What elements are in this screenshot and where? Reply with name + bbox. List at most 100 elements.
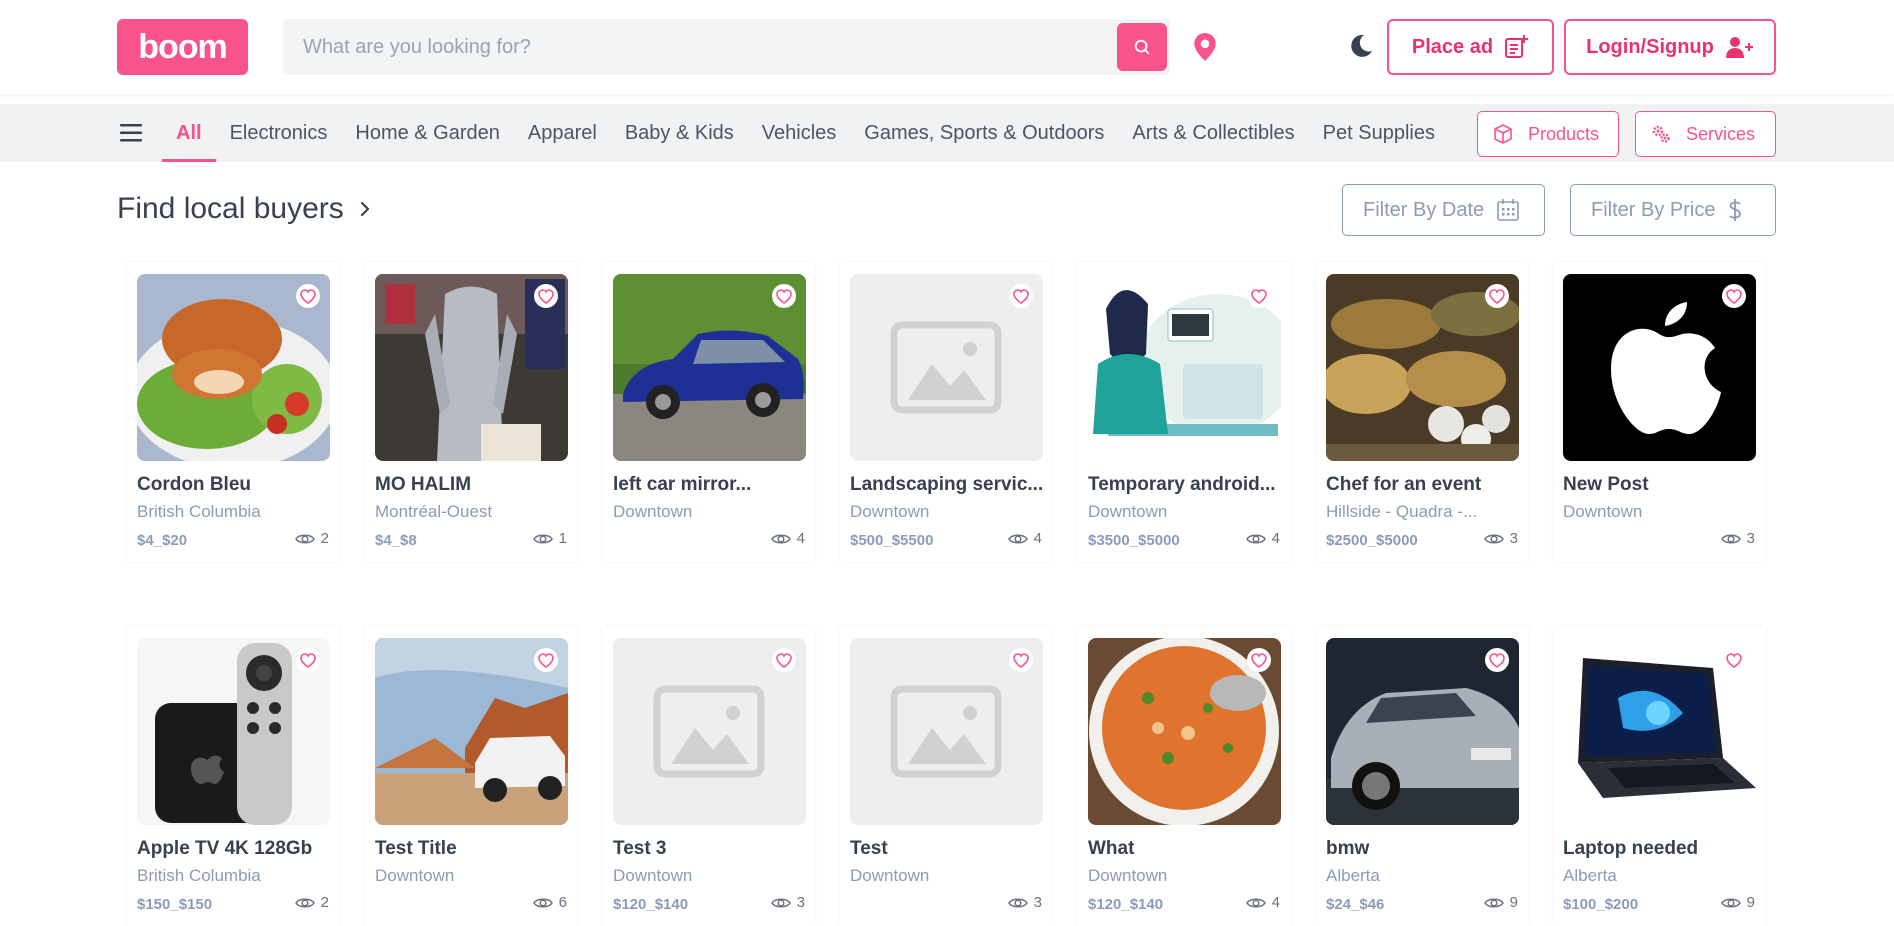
favorite-heart-icon[interactable]: [1247, 284, 1271, 308]
listing-card[interactable]: What Downtown $120_$140 4: [1078, 626, 1290, 926]
view-count: 4: [1271, 894, 1280, 911]
listing-card[interactable]: Chef for an event Hillside - Quadra -... $…: [1316, 262, 1528, 562]
listing-card[interactable]: Temporary android... Downtown $3500_$5000 4: [1078, 262, 1290, 562]
listing-card[interactable]: Landscaping servic... Downtown $500_$5500 4: [840, 262, 1052, 562]
listing-title[interactable]: Cordon Bleu: [137, 474, 337, 496]
favorite-heart-icon[interactable]: [1485, 284, 1509, 308]
listing-image[interactable]: [613, 274, 806, 461]
tab-home-garden[interactable]: Home & Garden: [341, 104, 514, 162]
favorite-heart-icon[interactable]: [296, 648, 320, 672]
listing-location: Hillside - Quadra -...: [1326, 502, 1478, 521]
category-bar: All Electronics Home & Garden Apparel Ba…: [0, 104, 1894, 162]
favorite-heart-icon[interactable]: [772, 648, 796, 672]
listing-title[interactable]: New Post: [1563, 474, 1763, 496]
login-signup-button[interactable]: Login/Signup: [1564, 19, 1776, 75]
filter-by-price-button[interactable]: Filter By Price: [1570, 184, 1776, 236]
favorite-heart-icon[interactable]: [1009, 284, 1033, 308]
favorite-heart-icon[interactable]: [1722, 648, 1746, 672]
listing-title[interactable]: Temporary android...: [1088, 474, 1288, 496]
listing-image[interactable]: [1088, 638, 1281, 825]
listing-image[interactable]: [375, 638, 568, 825]
listing-title[interactable]: MO HALIM: [375, 474, 575, 496]
eye-icon: [1007, 898, 1028, 907]
listing-title[interactable]: Test 3: [613, 838, 813, 860]
listing-title[interactable]: Test Title: [375, 838, 575, 860]
search-input[interactable]: [283, 35, 1103, 59]
location-pin-icon[interactable]: [1192, 32, 1218, 62]
eye-icon: [1245, 898, 1266, 907]
tab-electronics[interactable]: Electronics: [216, 104, 342, 162]
tab-arts-collectibles[interactable]: Arts & Collectibles: [1118, 104, 1308, 162]
place-ad-button[interactable]: Place ad: [1387, 19, 1554, 75]
favorite-heart-icon[interactable]: [772, 284, 796, 308]
eye-icon: [532, 898, 553, 907]
listing-title[interactable]: Laptop needed: [1563, 838, 1763, 860]
listing-location: Downtown: [1088, 866, 1168, 885]
hamburger-menu-icon[interactable]: [120, 123, 144, 143]
listing-title[interactable]: Test: [850, 838, 1050, 860]
tab-baby-kids[interactable]: Baby & Kids: [611, 104, 748, 162]
listing-image[interactable]: [1326, 274, 1519, 461]
boom-logo[interactable]: boom: [117, 19, 248, 75]
listing-image[interactable]: [137, 274, 330, 461]
listing-card[interactable]: Test 3 Downtown $120_$140 3: [603, 626, 815, 926]
listing-views: 4: [1245, 530, 1280, 547]
listing-views: 4: [1007, 530, 1042, 547]
listing-image[interactable]: [850, 274, 1043, 461]
listing-image[interactable]: [1326, 638, 1519, 825]
listing-location: Downtown: [613, 866, 693, 885]
view-count: 2: [320, 530, 329, 547]
listing-card[interactable]: bmw Alberta $24_$46 9: [1316, 626, 1528, 926]
favorite-heart-icon[interactable]: [1722, 284, 1746, 308]
listing-image[interactable]: [375, 274, 568, 461]
favorite-heart-icon[interactable]: [1009, 648, 1033, 672]
add-user-icon: [1725, 37, 1753, 58]
find-local-buyers-link[interactable]: Find local buyers: [117, 192, 372, 226]
listing-card[interactable]: Test Downtown 3: [840, 626, 1052, 926]
listing-card[interactable]: Apple TV 4K 128Gb British Columbia $150_$1…: [127, 626, 339, 926]
tab-all[interactable]: All: [162, 104, 216, 162]
favorite-heart-icon[interactable]: [1485, 648, 1509, 672]
products-toggle-button[interactable]: Products: [1477, 111, 1619, 157]
listing-location: Downtown: [1088, 502, 1168, 521]
listing-card[interactable]: Laptop needed Alberta $100_$200 9: [1553, 626, 1765, 926]
listing-location: British Columbia: [137, 502, 261, 521]
category-tabs: All Electronics Home & Garden Apparel Ba…: [162, 104, 1464, 162]
listing-views: 2: [294, 894, 329, 911]
view-count: 4: [1271, 530, 1280, 547]
listing-title[interactable]: Landscaping servic...: [850, 474, 1050, 496]
eye-icon: [770, 534, 791, 543]
listing-title[interactable]: Apple TV 4K 128Gb: [137, 838, 337, 860]
listing-image[interactable]: [1563, 274, 1756, 461]
dark-mode-moon-icon[interactable]: [1346, 32, 1374, 60]
listing-card[interactable]: Cordon Bleu British Columbia $4_$20 2: [127, 262, 339, 562]
listing-location: Downtown: [850, 866, 930, 885]
favorite-heart-icon[interactable]: [296, 284, 320, 308]
listing-image[interactable]: [1088, 274, 1281, 461]
listing-image[interactable]: [137, 638, 330, 825]
tab-apparel[interactable]: Apparel: [514, 104, 611, 162]
listing-views: 6: [532, 894, 567, 911]
listing-card[interactable]: MO HALIM Montréal-Ouest $4_$8 1: [365, 262, 577, 562]
tab-pet-supplies[interactable]: Pet Supplies: [1309, 104, 1449, 162]
favorite-heart-icon[interactable]: [534, 648, 558, 672]
listing-title[interactable]: bmw: [1326, 838, 1526, 860]
listing-price: $500_$5500: [850, 532, 934, 549]
services-toggle-button[interactable]: Services: [1635, 111, 1776, 157]
listing-card[interactable]: Test Title Downtown 6: [365, 626, 577, 926]
listing-image[interactable]: [1563, 638, 1756, 825]
search-button[interactable]: [1117, 23, 1167, 71]
listing-title[interactable]: Chef for an event: [1326, 474, 1526, 496]
listing-location: Downtown: [1563, 502, 1643, 521]
listing-image[interactable]: [850, 638, 1043, 825]
listing-image[interactable]: [613, 638, 806, 825]
tab-vehicles[interactable]: Vehicles: [748, 104, 851, 162]
tab-games-sports-outdoors[interactable]: Games, Sports & Outdoors: [850, 104, 1118, 162]
filter-by-date-button[interactable]: Filter By Date: [1342, 184, 1545, 236]
favorite-heart-icon[interactable]: [534, 284, 558, 308]
listing-card[interactable]: left car mirror... Downtown 4: [603, 262, 815, 562]
favorite-heart-icon[interactable]: [1247, 648, 1271, 672]
listing-title[interactable]: left car mirror...: [613, 474, 813, 496]
listing-card[interactable]: New Post Downtown 3: [1553, 262, 1765, 562]
listing-title[interactable]: What: [1088, 838, 1288, 860]
